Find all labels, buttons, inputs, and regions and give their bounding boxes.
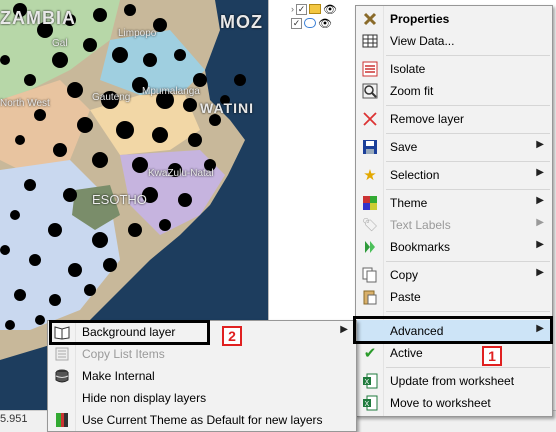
menu-separator (386, 189, 550, 190)
map-label-moz: MOZ (220, 12, 263, 32)
submenu-arrow-icon: ▶ (536, 167, 544, 178)
bookmark-icon (362, 239, 378, 255)
submenu-arrow-icon: ▶ (536, 239, 544, 250)
menu-item-copy-list-items[interactable]: Copy List Items (48, 343, 356, 365)
annotation-box-advanced (353, 316, 553, 344)
menu-separator (386, 105, 550, 106)
layer-context-menu: Properties View Data... Isolate Zoom fit… (355, 5, 553, 417)
menu-item-use-current-theme-default[interactable]: Use Current Theme as Default for new lay… (48, 409, 356, 431)
menu-item-make-internal[interactable]: Make Internal (48, 365, 356, 387)
menu-item-paste[interactable]: Paste (356, 286, 552, 308)
map-label-mpumalanga: Mpumalanga (142, 86, 200, 97)
menu-item-theme[interactable]: Theme ▶ (356, 192, 552, 214)
map-label-gal: Gal (52, 38, 68, 49)
menu-item-update-from-worksheet[interactable]: X Update from worksheet (356, 370, 552, 392)
theme-icon (362, 195, 378, 211)
table-icon (362, 33, 378, 49)
map-label-limpopo: Limpopo (118, 28, 157, 39)
star-icon: ★ (363, 167, 377, 184)
remove-icon (362, 111, 378, 127)
menu-separator (386, 161, 550, 162)
theme-default-icon (54, 412, 70, 428)
folder-icon (309, 4, 321, 14)
menu-item-isolate[interactable]: Isolate (356, 58, 552, 80)
submenu-arrow-icon: ▶ (536, 217, 544, 228)
paste-icon (362, 289, 378, 305)
layer-checkbox[interactable]: ✓ (291, 17, 302, 29)
map-label-country: ZAMBIA (0, 8, 76, 28)
submenu-arrow-icon: ▶ (536, 195, 544, 206)
layer-checkbox[interactable]: ✓ (296, 3, 307, 15)
map-label-north-west: North West (0, 98, 50, 109)
annotation-box-background-layer (49, 320, 210, 345)
map-label-lesotho: ESOTHO (92, 192, 147, 207)
eye-icon[interactable]: 👁 (323, 3, 337, 16)
menu-item-move-to-worksheet[interactable]: X Move to worksheet (356, 392, 552, 414)
save-icon (362, 139, 378, 155)
tree-expand-icon[interactable]: › (291, 4, 294, 14)
menu-item-save[interactable]: Save ▶ (356, 136, 552, 158)
menu-item-hide-non-display-layers[interactable]: Hide non display layers (48, 387, 356, 409)
menu-separator (386, 133, 550, 134)
annotation-badge-2: 2 (222, 326, 242, 346)
submenu-arrow-icon: ▶ (340, 324, 348, 335)
copy-icon (362, 267, 378, 283)
menu-item-zoom-fit[interactable]: Zoom fit (356, 80, 552, 102)
menu-item-active[interactable]: ✔ Active (356, 342, 552, 364)
menu-separator (386, 55, 550, 56)
excel-import-icon: X (362, 373, 378, 389)
coordinate-readout: 5.951 (0, 413, 28, 425)
isolate-icon (362, 61, 378, 77)
menu-separator (386, 311, 550, 312)
layer-type-icon (304, 18, 316, 28)
tree-row[interactable]: ✓ 👁 (291, 16, 332, 30)
map-label-gauteng: Gauteng (92, 92, 131, 103)
svg-text:X: X (365, 401, 370, 408)
menu-item-selection[interactable]: ★ Selection ▶ (356, 164, 552, 186)
tree-row[interactable]: › ✓ 👁 (291, 2, 337, 16)
annotation-badge-1: 1 (482, 346, 502, 366)
excel-export-icon: X (362, 395, 378, 411)
map-label-eswatini: WATINI (200, 100, 254, 116)
map-label-kwazulu: KwaZulu-Natal (148, 168, 214, 179)
submenu-arrow-icon: ▶ (536, 139, 544, 150)
menu-item-remove-layer[interactable]: Remove layer (356, 108, 552, 130)
database-icon (54, 368, 70, 384)
menu-item-text-labels[interactable]: 🏷 Text Labels ▶ (356, 214, 552, 236)
menu-item-properties[interactable]: Properties (356, 8, 552, 30)
tag-icon: 🏷 (361, 217, 379, 232)
list-icon (54, 346, 70, 362)
menu-separator (386, 261, 550, 262)
zoom-fit-icon (362, 83, 378, 99)
svg-text:X: X (365, 379, 370, 386)
submenu-arrow-icon: ▶ (536, 267, 544, 278)
properties-icon (362, 11, 378, 27)
menu-item-copy[interactable]: Copy ▶ (356, 264, 552, 286)
menu-separator (386, 367, 550, 368)
menu-item-view-data[interactable]: View Data... (356, 30, 552, 52)
checkmark-icon: ✔ (363, 345, 377, 362)
menu-item-bookmarks[interactable]: Bookmarks ▶ (356, 236, 552, 258)
eye-icon[interactable]: 👁 (318, 17, 332, 30)
